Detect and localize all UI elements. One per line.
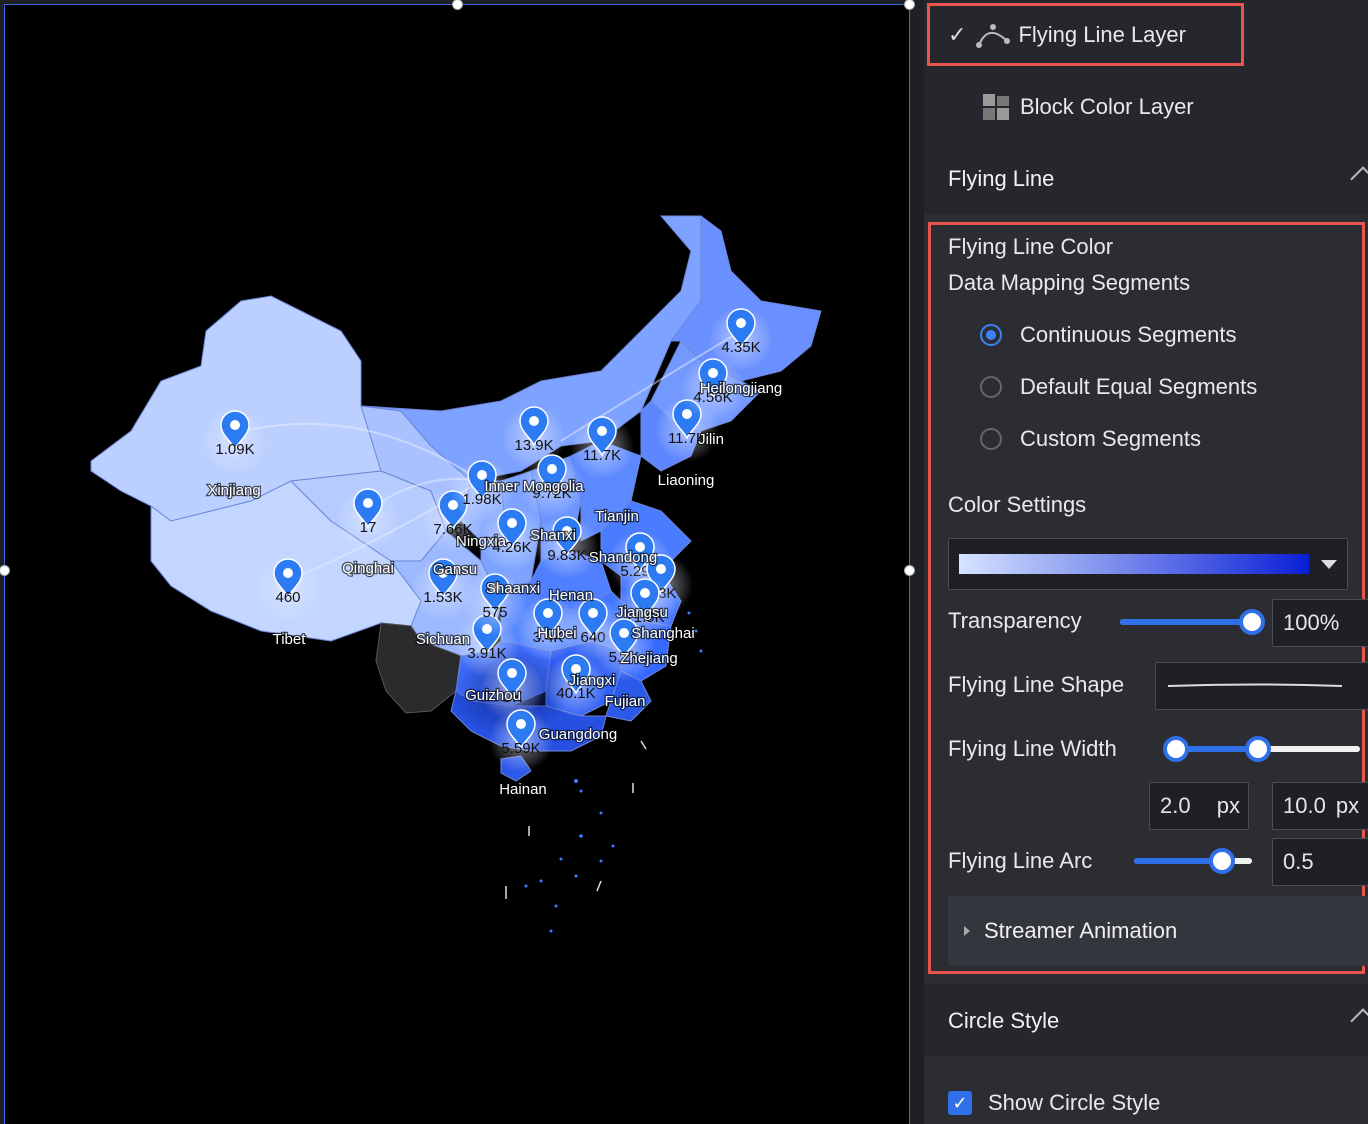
width-min-input[interactable]: 2.0 px [1149,782,1249,830]
flying-line-section-header[interactable]: Flying Line [924,144,1368,214]
radio-dot-custom[interactable] [980,428,1002,450]
province-label: Hubei [537,625,576,642]
arc-slider-knob[interactable] [1209,848,1235,874]
province-label: Henan [549,587,593,604]
map-marker[interactable]: 460 [256,557,320,621]
show-circle-style-label: Show Circle Style [988,1090,1161,1115]
marker-value-label: 5.59K [501,740,540,757]
map-marker[interactable]: 9.83K [535,515,599,579]
width-max-knob[interactable] [1245,736,1271,762]
resize-handle-top-right[interactable] [904,0,915,10]
transparency-value: 100% [1283,610,1340,635]
radio-default-equal-label: Default Equal Segments [1020,374,1258,399]
province-label: Guangdong [539,726,617,743]
province-label: Xinjiang [207,482,260,499]
arc-value: 0.5 [1283,849,1314,874]
color-settings-label: Color Settings [948,492,1087,517]
circle-style-section-title: Circle Style [948,1008,1060,1033]
radio-custom-segments[interactable]: Custom Segments [980,426,1201,452]
radio-dot-continuous[interactable] [980,324,1002,346]
province-label: Jiangxi [569,672,616,689]
province-label: Liaoning [658,472,715,489]
province-label: Jiangsu [616,604,668,621]
radio-continuous-label: Continuous Segments [1020,322,1237,347]
transparency-label: Transparency [948,608,1082,633]
map-marker[interactable]: 17 [336,487,400,551]
flying-line-icon [976,24,1011,48]
gradient-preview [959,554,1309,574]
color-gradient-select[interactable] [948,538,1348,590]
layer-block-color-label: Block Color Layer [1020,94,1194,119]
checkbox-checked-icon[interactable]: ✓ [948,1091,972,1115]
map-marker[interactable]: 1.09K [203,409,267,473]
province-label: Shaanxi [486,580,540,597]
flying-line-arc-input[interactable]: 0.5 [1272,838,1368,886]
flying-line-shape-label: Flying Line Shape [948,672,1125,697]
width-min-knob[interactable] [1163,736,1189,762]
radio-dot-default-equal[interactable] [980,376,1002,398]
marker-value-label: 13.9K [514,437,553,454]
transparency-input[interactable]: 100% [1272,599,1368,647]
province-label: Sichuan [416,631,470,648]
layer-flying-line-label: Flying Line Layer [1018,22,1186,47]
radio-default-equal-segments[interactable]: Default Equal Segments [980,374,1257,400]
marker-value-label: 1.53K [423,589,462,606]
map-canvas[interactable]: 1.09K 460 17 1.53K 3.91K 7.66K 1.98K 575 13.9K 9.… [0,0,915,1124]
flying-line-width-label: Flying Line Width [948,736,1117,761]
flying-line-shape-select[interactable] [1155,662,1368,710]
province-label: Shanghai [631,625,694,642]
streamer-animation-label: Streamer Animation [984,918,1178,943]
province-label: Tibet [273,631,307,648]
province-label: Qinghai [342,560,394,577]
width-max-unit: px [1335,793,1360,818]
province-label: Shanxi [530,527,576,544]
province-label: Hainan [499,781,547,798]
layer-block-color[interactable]: Block Color Layer [982,90,1194,124]
config-panel: ✓ Flying Line Layer Block Color Layer Fl… [924,0,1368,1124]
width-max-value: 10.0 [1283,793,1326,818]
check-icon: ✓ [948,22,967,47]
china-map[interactable]: 1.09K460171.53K3.91K7.66K1.98K57513.9K9.… [5,5,911,1124]
province-label: Inner Mongolia [484,478,584,495]
province-label: Zhejiang [620,650,678,667]
caret-right-icon [964,926,970,936]
chevron-down-icon[interactable] [1321,559,1337,569]
block-color-icon [983,94,1009,120]
province-label: Guizhou [465,687,521,704]
circle-style-section-header[interactable]: Circle Style [924,986,1368,1056]
radio-custom-label: Custom Segments [1020,426,1201,451]
flying-line-section-title: Flying Line [948,166,1055,191]
province-label: Jilin [698,431,724,448]
chevron-up-icon[interactable] [1350,166,1368,192]
marker-value-label: 4.35K [721,339,760,356]
marker-value-label: 11.7K [583,447,621,464]
province-label: Tianjin [595,508,639,525]
transparency-slider-knob[interactable] [1239,609,1265,635]
layer-flying-line[interactable]: ✓ Flying Line Layer [948,18,1186,52]
width-min-value: 2.0 [1160,793,1191,818]
width-max-input[interactable]: 10.0 px [1272,782,1368,830]
width-min-unit: px [1216,793,1240,818]
resize-handle-right[interactable] [904,565,915,576]
province-label: Heilongjiang [700,380,783,397]
province-label: Shandong [589,549,657,566]
show-circle-style-checkbox-row[interactable]: ✓ Show Circle Style [948,1090,1160,1116]
data-mapping-segments-label: Data Mapping Segments [948,270,1191,295]
province-label: Fujian [605,693,646,710]
radio-continuous-segments[interactable]: Continuous Segments [980,322,1236,348]
map-marker[interactable]: 11.7K [570,415,634,479]
marker-value-label: 9.83K [547,547,586,564]
marker-value-label: 17 [360,519,377,536]
province-label: Gansu [433,561,477,578]
line-shape-preview [1167,683,1343,687]
streamer-animation-row[interactable]: Streamer Animation [948,896,1368,966]
flying-line-color-label: Flying Line Color [948,234,1114,259]
marker-value-label: 575 [482,604,507,621]
flying-line-arc-label: Flying Line Arc [948,848,1093,873]
province-label: Ningxia [456,533,507,550]
marker-value-label: 1.09K [215,441,254,458]
chevron-up-icon[interactable] [1350,1008,1368,1034]
marker-value-label: 460 [275,589,300,606]
